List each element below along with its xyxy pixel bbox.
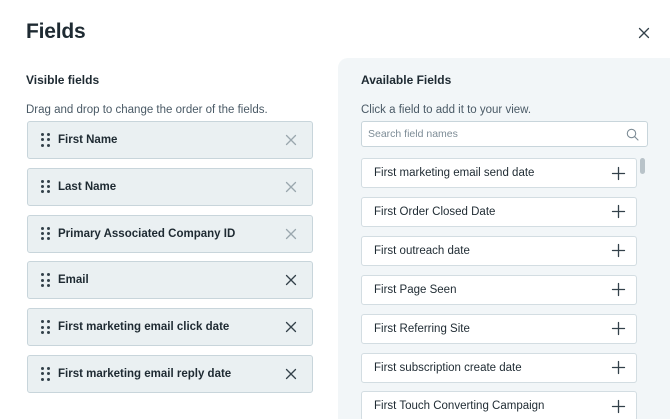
available-field-label: First marketing email send date (374, 167, 535, 179)
available-field-label: First Referring Site (374, 322, 470, 335)
visible-field-label: First Name (58, 134, 118, 146)
remove-icon[interactable] (284, 133, 298, 147)
available-field-item[interactable]: First Order Closed Date (361, 196, 637, 227)
visible-fields-description: Drag and drop to change the order of the… (26, 104, 268, 116)
available-field-item[interactable]: First Page Seen (361, 274, 637, 305)
available-field-label: First subscription create date (374, 361, 522, 374)
drag-handle-icon[interactable] (41, 226, 51, 241)
search-box (361, 121, 648, 147)
available-field-item[interactable]: First outreach date (361, 235, 637, 266)
plus-icon[interactable] (611, 166, 626, 181)
plus-icon[interactable] (611, 243, 626, 258)
drag-handle-icon[interactable] (41, 179, 51, 194)
visible-field-label: First marketing email reply date (58, 368, 232, 380)
available-field-item[interactable]: First Touch Converting Campaign (361, 391, 637, 419)
visible-field-label: Last Name (58, 180, 117, 193)
available-field-label: First Page Seen (374, 283, 457, 296)
drag-handle-icon[interactable] (41, 367, 51, 381)
available-fields-description: Click a field to add it to your view. (361, 104, 532, 116)
available-field-label: First Touch Converting Campaign (374, 400, 545, 413)
visible-field-item[interactable]: Primary Associated Company ID (27, 214, 313, 253)
available-fields-header: Available Fields Click a field to add it… (361, 72, 641, 118)
drag-handle-icon[interactable] (41, 273, 51, 288)
visible-fields-header: Visible fields Drag and drop to change t… (26, 72, 314, 118)
modal-title: Fields (26, 20, 86, 43)
visible-field-label: First marketing email click date (58, 321, 230, 334)
available-field-list: First marketing email send date First Ord… (361, 158, 637, 419)
search-input[interactable] (368, 122, 618, 146)
plus-icon[interactable] (611, 360, 626, 375)
search-icon[interactable] (626, 128, 639, 141)
plus-icon[interactable] (611, 321, 626, 336)
remove-icon[interactable] (284, 320, 298, 334)
available-fields-title: Available Fields (361, 73, 452, 87)
available-field-label: First outreach date (374, 244, 470, 257)
remove-icon[interactable] (284, 273, 298, 287)
remove-icon[interactable] (284, 180, 298, 194)
visible-field-item[interactable]: Last Name (27, 167, 313, 206)
available-field-label: First Order Closed Date (374, 205, 496, 218)
available-field-item[interactable]: First Referring Site (361, 313, 637, 344)
visible-field-item[interactable]: First Name (27, 121, 313, 159)
drag-handle-icon[interactable] (41, 133, 51, 147)
plus-icon[interactable] (611, 399, 626, 414)
plus-icon[interactable] (611, 282, 626, 297)
available-field-item[interactable]: First subscription create date (361, 352, 637, 383)
scrollbar-thumb[interactable] (640, 158, 645, 174)
visible-field-label: Primary Associated Company ID (58, 227, 236, 240)
plus-icon[interactable] (611, 204, 626, 219)
remove-icon[interactable] (284, 227, 298, 241)
drag-handle-icon[interactable] (41, 320, 51, 334)
visible-field-item[interactable]: Email (27, 261, 313, 300)
visible-fields-title: Visible fields (26, 73, 100, 87)
visible-field-label: Email (58, 274, 89, 287)
scrollbar[interactable] (640, 158, 646, 419)
available-field-item[interactable]: First marketing email send date (361, 158, 637, 188)
close-icon[interactable] (636, 25, 652, 41)
remove-icon[interactable] (284, 367, 298, 381)
visible-field-item[interactable]: First marketing email reply date (27, 355, 313, 393)
visible-field-item[interactable]: First marketing email click date (27, 308, 313, 347)
